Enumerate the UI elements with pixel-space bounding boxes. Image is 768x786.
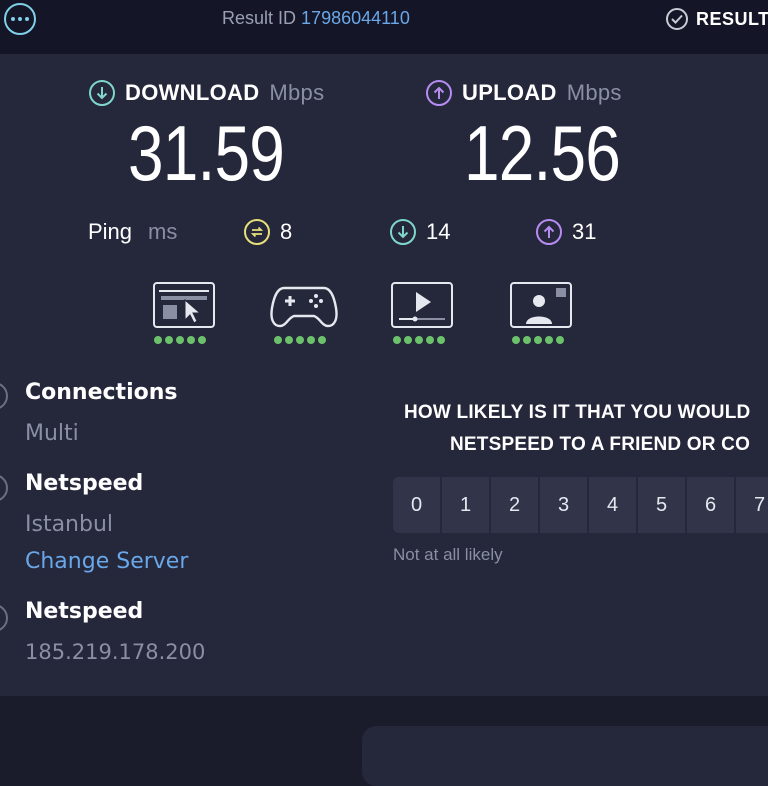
rating-dot [285, 336, 293, 344]
rating-dot [154, 336, 162, 344]
result-id: Result ID 17986044110 [222, 8, 410, 29]
survey-question: HOW LIKELY IS IT THAT YOU WOULD NETSPEED… [404, 397, 768, 461]
rating-dots [274, 336, 326, 344]
rating-dot [393, 336, 401, 344]
rating-dot [165, 336, 173, 344]
download-speed-value: 31.59 [128, 109, 285, 197]
top-bar: Result ID 17986044110 RESULTS [0, 0, 768, 54]
server-location: Istanbul [25, 512, 114, 537]
rating-dot [556, 336, 564, 344]
results-button[interactable]: RESULTS [666, 8, 768, 30]
result-id-label: Result ID [222, 8, 297, 28]
survey-scale-option[interactable]: 5 [638, 477, 685, 533]
rating-dot [512, 336, 520, 344]
change-server-link[interactable]: Change Server [25, 549, 188, 574]
download-label: DOWNLOAD [125, 80, 260, 105]
upload-arrow-icon [426, 80, 452, 106]
more-options-icon[interactable] [4, 3, 36, 35]
rating-dot [187, 336, 195, 344]
rating-dot [534, 336, 542, 344]
rating-dot [198, 336, 206, 344]
web-browsing-icon[interactable] [153, 282, 215, 328]
upload-header: UPLOAD Mbps [426, 80, 622, 106]
connections-title: Connections [25, 380, 178, 405]
rating-dot [307, 336, 315, 344]
rating-dot [426, 336, 434, 344]
ping-download-value: 14 [426, 219, 451, 244]
ping-upload[interactable]: 31 [536, 219, 596, 245]
ping-idle[interactable]: 8 [244, 219, 292, 245]
bottom-card [362, 726, 768, 786]
rating-dot [415, 336, 423, 344]
survey-scale: 01234567 [393, 477, 768, 533]
upload-label: UPLOAD [462, 80, 557, 105]
upload-speed-value: 12.56 [464, 109, 621, 197]
survey-low-label: Not at all likely [393, 545, 503, 564]
upload-latency-icon [536, 219, 562, 245]
check-icon [666, 8, 688, 30]
video-call-icon[interactable] [510, 282, 572, 328]
connections-value[interactable]: Multi [25, 421, 79, 446]
upload-unit: Mbps [566, 80, 622, 105]
survey-question-line-1: HOW LIKELY IS IT THAT YOU WOULD [404, 402, 751, 423]
download-latency-icon [390, 219, 416, 245]
rating-dot [176, 336, 184, 344]
rating-dot [296, 336, 304, 344]
ping-unit: ms [148, 219, 178, 244]
rating-dot [318, 336, 326, 344]
result-id-value[interactable]: 17986044110 [301, 8, 410, 28]
survey-scale-option[interactable]: 7 [736, 477, 768, 533]
survey-scale-option[interactable]: 2 [491, 477, 538, 533]
server-title: Netspeed [25, 471, 144, 496]
survey-scale-option[interactable]: 4 [589, 477, 636, 533]
rating-dot [274, 336, 282, 344]
streaming-icon[interactable] [391, 282, 453, 328]
download-unit: Mbps [269, 80, 325, 105]
rating-dots [512, 336, 564, 344]
rating-dots [154, 336, 206, 344]
survey-scale-option[interactable]: 1 [442, 477, 489, 533]
rating-dot [523, 336, 531, 344]
rating-dot [545, 336, 553, 344]
rating-dot [437, 336, 445, 344]
rating-dot [404, 336, 412, 344]
ping-label: Ping [88, 219, 133, 244]
provider-title: Netspeed [25, 599, 144, 624]
gaming-icon[interactable] [270, 282, 338, 334]
survey-scale-option[interactable]: 0 [393, 477, 440, 533]
survey-question-line-2: NETSPEED TO A FRIEND OR CO [450, 434, 751, 455]
survey-scale-option[interactable]: 3 [540, 477, 587, 533]
provider-ip: 185.219.178.200 [25, 640, 206, 664]
rating-dots [393, 336, 445, 344]
ping-upload-value: 31 [572, 219, 597, 244]
download-header: DOWNLOAD Mbps [89, 80, 324, 106]
ping-label-group: Ping ms [88, 219, 177, 245]
ping-download[interactable]: 14 [390, 219, 450, 245]
idle-latency-icon [244, 219, 270, 245]
results-label: RESULTS [696, 8, 768, 29]
ping-idle-value: 8 [280, 219, 293, 244]
survey-scale-option[interactable]: 6 [687, 477, 734, 533]
download-arrow-icon [89, 80, 115, 106]
ping-row: Ping ms 8 14 31 [0, 219, 768, 249]
